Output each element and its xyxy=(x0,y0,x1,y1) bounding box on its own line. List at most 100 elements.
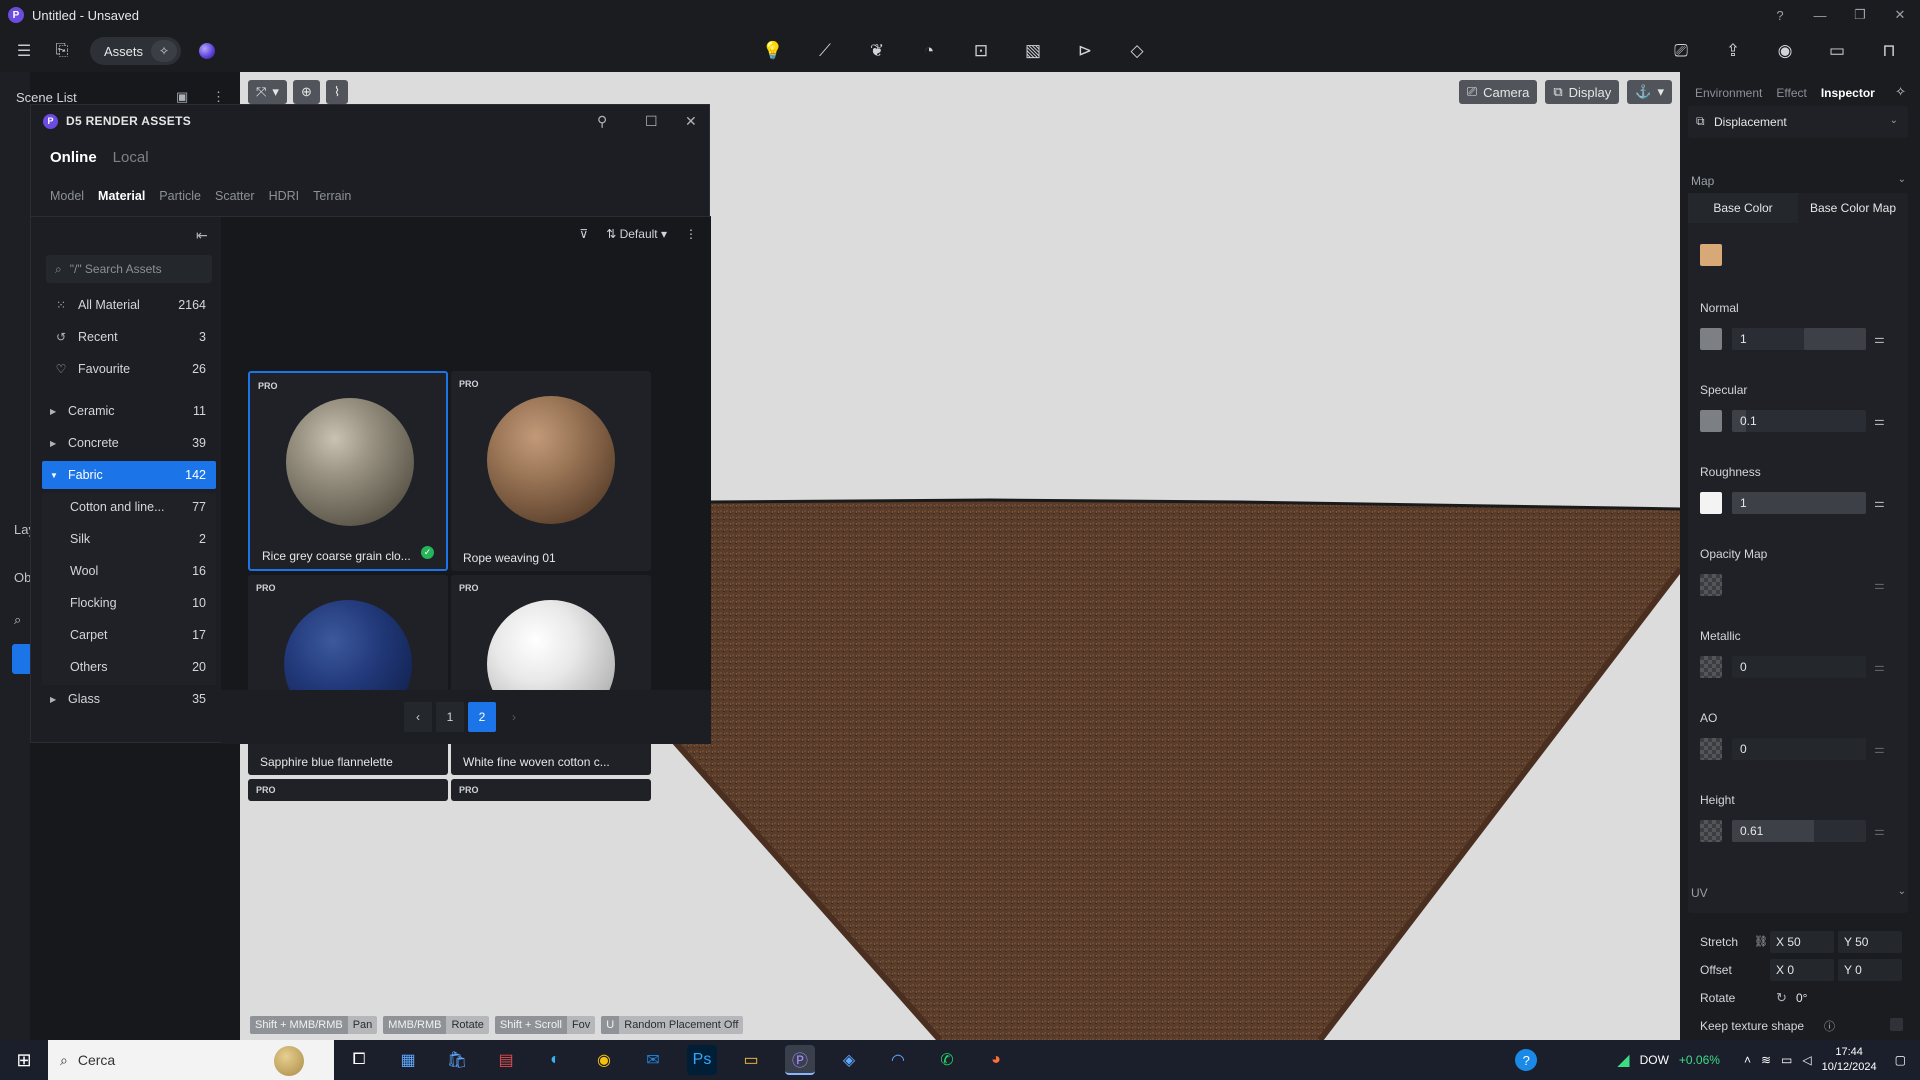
category-terrain[interactable]: Terrain xyxy=(313,189,351,203)
sidebar-item-ceramic[interactable]: ▶ Ceramic 11 xyxy=(42,397,216,425)
battery-icon[interactable]: ▭ xyxy=(1781,1053,1792,1067)
firefox-icon[interactable]: ◕ xyxy=(981,1045,1011,1075)
video-tool-icon[interactable]: ⊡ xyxy=(970,41,992,61)
path-icon[interactable]: ⟋ xyxy=(814,41,836,61)
camera-icon[interactable]: ◉ xyxy=(1774,41,1796,61)
category-model[interactable]: Model xyxy=(50,189,84,203)
metallic-map-swatch[interactable] xyxy=(1700,656,1722,678)
close-icon[interactable]: ✕ xyxy=(685,105,697,137)
opacity-map-swatch[interactable] xyxy=(1700,574,1722,596)
sidebar-item-wool[interactable]: Wool 16 xyxy=(42,557,216,585)
adjust-icon[interactable]: ⚌ xyxy=(1874,742,1885,756)
height-field[interactable]: 0.61 xyxy=(1732,820,1866,842)
sidebar-item-cotton[interactable]: Cotton and line... 77 xyxy=(42,493,216,521)
video-icon[interactable]: ▭ xyxy=(1826,41,1848,61)
adjust-icon[interactable]: ⚌ xyxy=(1874,414,1885,428)
photoshop-icon[interactable]: Ps xyxy=(687,1045,717,1075)
page-2-button[interactable]: 2 xyxy=(468,702,496,732)
tab-effect[interactable]: Effect xyxy=(1776,86,1806,100)
rotate-field[interactable]: 0° xyxy=(1790,987,1902,1009)
tab-base-color[interactable]: Base Color xyxy=(1688,193,1798,223)
camera-button[interactable]: ⎚ Camera xyxy=(1458,80,1538,104)
panel-toggle-icon[interactable]: ▣ xyxy=(176,89,188,105)
base-color-swatch[interactable] xyxy=(1700,244,1722,266)
restore-button[interactable]: ❐ xyxy=(1840,0,1880,30)
pin-icon[interactable]: ⚲ xyxy=(597,105,607,137)
sidebar-item-recent[interactable]: ↺ Recent 3 xyxy=(42,323,216,351)
assets-button[interactable]: Assets ✧ xyxy=(90,37,182,65)
file-explorer-icon[interactable]: ▭ xyxy=(736,1045,766,1075)
minimize-button[interactable]: — xyxy=(1800,0,1840,30)
inbox-icon[interactable]: ⊓ xyxy=(1878,41,1900,61)
effect-icon[interactable]: ◔ xyxy=(918,41,940,61)
adjust-icon[interactable]: ⚌ xyxy=(1874,578,1885,592)
page-1-button[interactable]: 1 xyxy=(436,702,464,732)
tab-environment[interactable]: Environment xyxy=(1695,86,1762,100)
task-view-icon[interactable]: ⧠ xyxy=(344,1045,374,1075)
taskbar-search[interactable]: ⌕ Cerca xyxy=(48,1040,334,1080)
stretch-y-field[interactable]: Y 50 xyxy=(1838,931,1902,953)
curve-app-icon[interactable]: ◠ xyxy=(883,1045,913,1075)
link-icon[interactable]: ⛓ xyxy=(1754,935,1768,948)
sidebar-item-all-material[interactable]: ⁙ All Material 2164 xyxy=(42,291,216,319)
prev-page-button[interactable]: ‹ xyxy=(404,702,432,732)
tab-inspector[interactable]: Inspector xyxy=(1821,86,1875,100)
slider-track[interactable] xyxy=(1804,328,1866,350)
sidebar-item-glass[interactable]: ▶ Glass 35 xyxy=(42,685,216,713)
ao-field[interactable]: 0 xyxy=(1732,738,1866,760)
display-button[interactable]: ⧉ Display xyxy=(1545,80,1620,104)
sidebar-item-silk[interactable]: Silk 2 xyxy=(42,525,216,553)
ai-sparkle-icon[interactable]: ✧ xyxy=(1895,84,1906,100)
more-icon[interactable]: ⋮ xyxy=(685,227,697,241)
roughness-map-swatch[interactable] xyxy=(1700,492,1722,514)
material-card[interactable]: PRO xyxy=(248,779,448,801)
metallic-field[interactable]: 0 xyxy=(1732,656,1866,678)
normal-map-swatch[interactable] xyxy=(1700,328,1722,350)
tab-local[interactable]: Local xyxy=(113,149,149,166)
export-icon[interactable]: ⇪ xyxy=(1722,41,1744,61)
sidebar-item-flocking[interactable]: Flocking 10 xyxy=(42,589,216,617)
tab-base-color-map[interactable]: Base Color Map xyxy=(1798,193,1908,223)
search-assets-input[interactable]: ⌕ "/" Search Assets xyxy=(46,255,212,283)
adjust-icon[interactable]: ⚌ xyxy=(1874,824,1885,838)
world-toggle[interactable]: ⊕ xyxy=(292,80,320,104)
next-page-button[interactable]: › xyxy=(500,702,528,732)
stretch-x-field[interactable]: X 50 xyxy=(1770,931,1834,953)
adjust-icon[interactable]: ⚌ xyxy=(1874,660,1885,674)
material-tool-icon[interactable]: ▧ xyxy=(1022,41,1044,61)
chevron-up-icon[interactable]: ⌄ xyxy=(1898,886,1906,897)
chevron-up-icon[interactable]: ˄ xyxy=(1744,1053,1751,1067)
material-card[interactable]: PRO Rice grey coarse grain clo... ✓ xyxy=(248,371,448,571)
file-sync-icon[interactable]: ⎘ xyxy=(52,42,72,60)
ai-orb-icon[interactable] xyxy=(199,43,216,59)
material-card[interactable]: PRO xyxy=(451,779,651,801)
search-icon[interactable]: ⌕ xyxy=(14,612,21,628)
outlook-icon[interactable]: ✉ xyxy=(638,1045,668,1075)
close-button[interactable]: ✕ xyxy=(1880,0,1920,30)
store-icon[interactable]: 🛍 xyxy=(442,1045,472,1075)
material-card[interactable]: PRO White fine woven cotton c... xyxy=(451,575,651,775)
sidebar-item-carpet[interactable]: Carpet 17 xyxy=(42,621,216,649)
adjust-icon[interactable]: ⚌ xyxy=(1874,332,1885,346)
transform-dropdown[interactable]: ⤧ ▾ xyxy=(248,80,287,104)
sidebar-item-favourite[interactable]: ♡ Favourite 26 xyxy=(42,355,216,383)
help-icon[interactable]: ⓘ xyxy=(1824,1018,1835,1034)
category-scatter[interactable]: Scatter xyxy=(215,189,255,203)
terrain-icon[interactable]: ◇ xyxy=(1126,41,1148,61)
wifi-icon[interactable]: ≋ xyxy=(1761,1053,1771,1067)
offset-y-field[interactable]: Y 0 xyxy=(1838,959,1902,981)
select-tool-icon[interactable]: ⊳ xyxy=(1074,41,1096,61)
maximize-icon[interactable]: ☐ xyxy=(645,105,658,137)
sidebar-item-concrete[interactable]: ▶ Concrete 39 xyxy=(42,429,216,457)
sidebar-item-fabric[interactable]: ▼ Fabric 142 xyxy=(42,461,216,489)
tab-online[interactable]: Online xyxy=(50,149,97,166)
edge-icon[interactable]: ◐ xyxy=(540,1045,570,1075)
render-icon[interactable]: ⎚ xyxy=(1670,41,1692,61)
material-card[interactable]: PRO Rope weaving 01 xyxy=(451,371,651,571)
clock[interactable]: 17:44 10/12/2024 xyxy=(1822,1045,1877,1075)
ai-sparkle-icon[interactable]: ✧ xyxy=(151,40,178,62)
more-icon[interactable]: ⋮ xyxy=(212,89,225,105)
keep-texture-shape-checkbox[interactable] xyxy=(1890,1018,1903,1031)
help-app-icon[interactable]: ? xyxy=(1515,1049,1538,1071)
sidebar-item-others[interactable]: Others 20 xyxy=(42,653,216,681)
